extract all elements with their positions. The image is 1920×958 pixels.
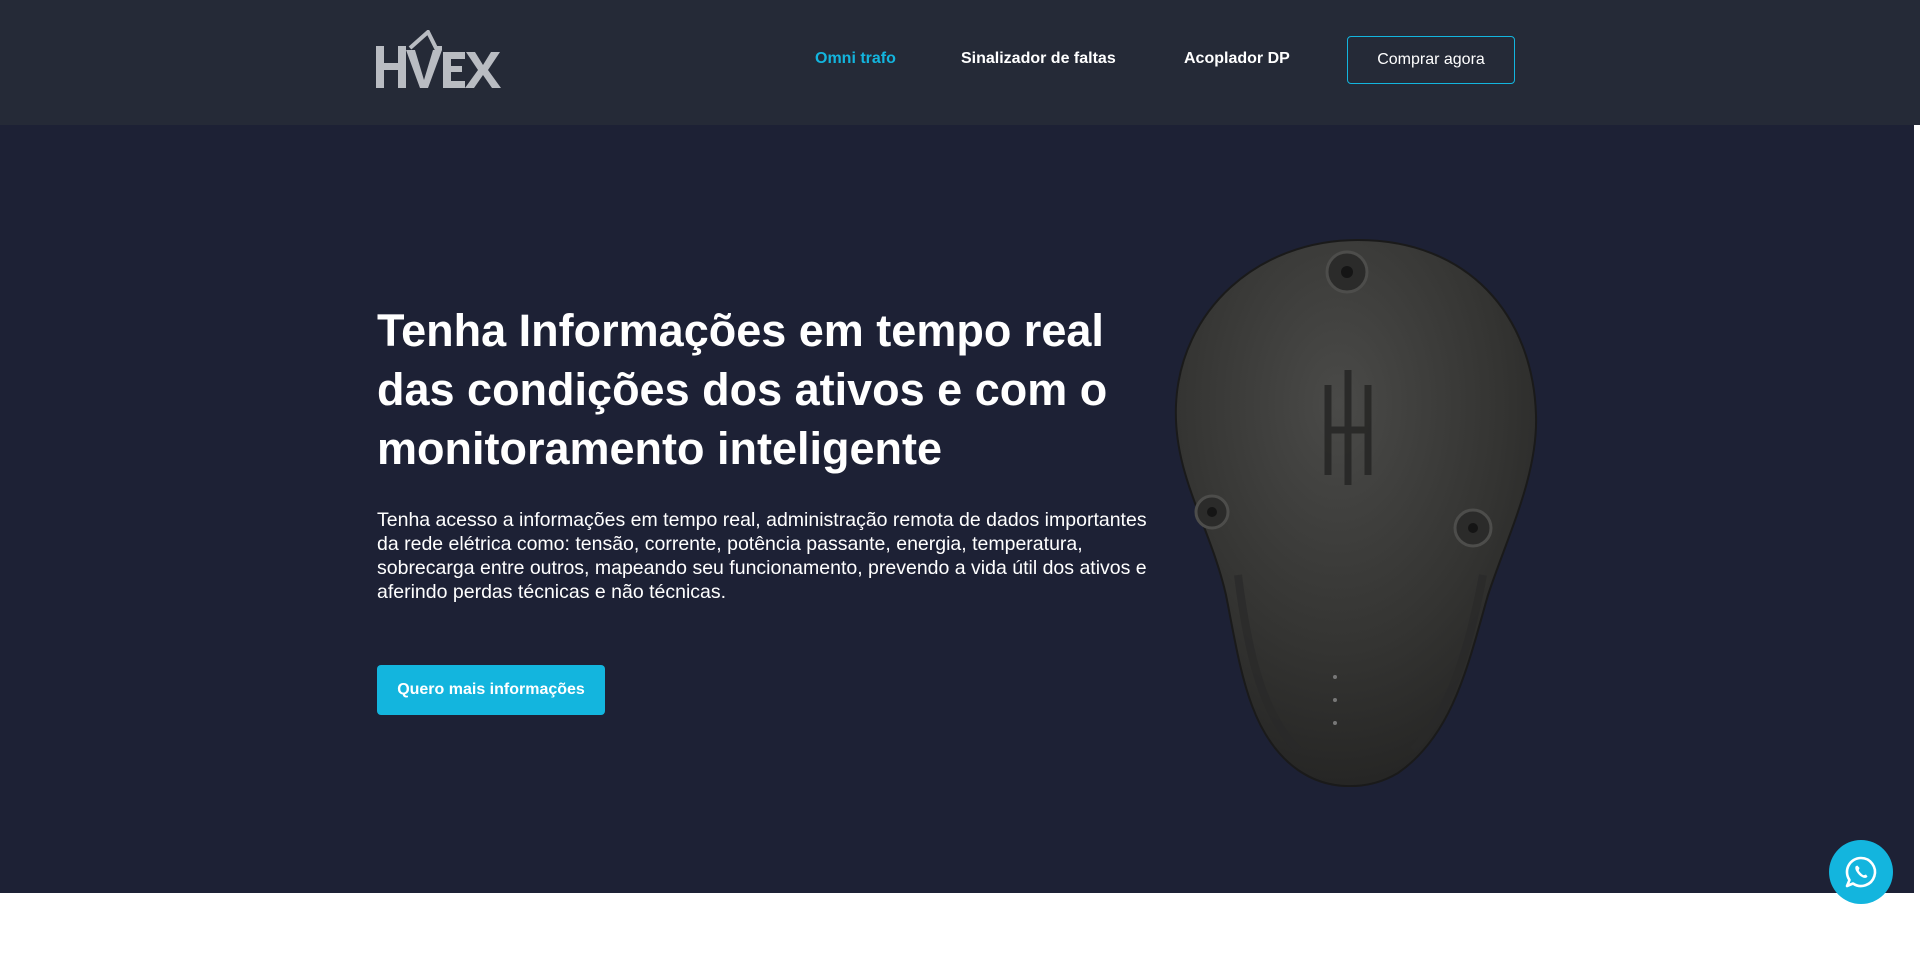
nav-link-sinalizador-de-faltas[interactable]: Sinalizador de faltas bbox=[961, 50, 1116, 68]
whatsapp-chat-button[interactable] bbox=[1829, 840, 1893, 904]
page: Omni trafo Sinalizador de faltas Acoplad… bbox=[0, 0, 1920, 958]
nav-link-acoplador-dp[interactable]: Acoplador DP bbox=[1184, 50, 1290, 68]
hero-section: Tenha Informações em tempo real das cond… bbox=[0, 125, 1914, 893]
header-edge bbox=[1914, 0, 1920, 125]
buy-now-button[interactable]: Comprar agora bbox=[1347, 36, 1515, 84]
more-info-button[interactable]: Quero mais informações bbox=[377, 665, 605, 715]
main-nav: Omni trafo Sinalizador de faltas Acoplad… bbox=[0, 36, 1914, 86]
hero-title: Tenha Informações em tempo real das cond… bbox=[377, 305, 1108, 474]
whatsapp-icon bbox=[1845, 856, 1877, 888]
nav-link-omni-trafo[interactable]: Omni trafo bbox=[815, 50, 896, 68]
site-header: Omni trafo Sinalizador de faltas Acoplad… bbox=[0, 0, 1914, 125]
hero-description: Tenha acesso a informações em tempo real… bbox=[377, 509, 1147, 603]
omni-trafo-device-image bbox=[1174, 238, 1538, 787]
